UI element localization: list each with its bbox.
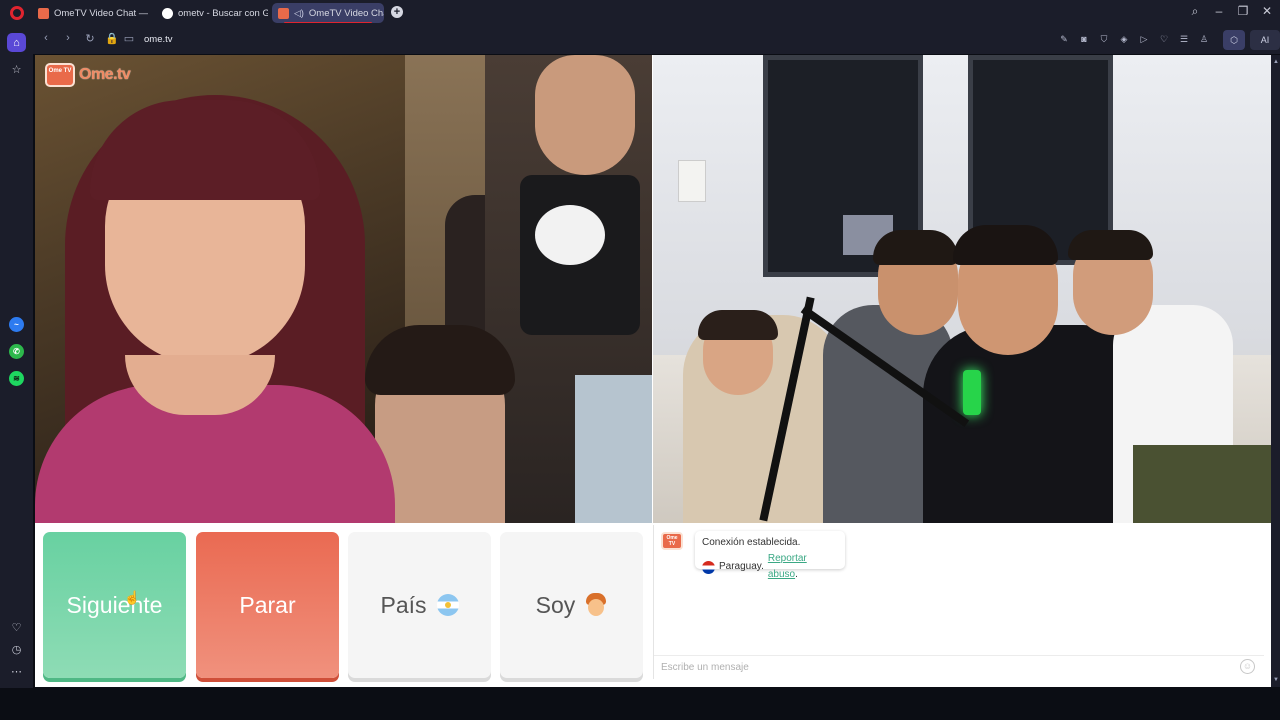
logo-wordmark: Ome.tv — [79, 66, 131, 83]
shield-icon[interactable]: ⛉ — [1097, 32, 1111, 46]
emoji-icon[interactable]: ☺ — [1240, 659, 1255, 674]
argentina-flag-icon — [436, 594, 459, 616]
scroll-down-icon[interactable]: ▼ — [1273, 677, 1279, 683]
ometv-favicon-icon — [38, 7, 49, 19]
connection-status: Conexión establecida. — [702, 537, 801, 548]
forward-icon[interactable]: › — [61, 32, 75, 44]
vpn-icon[interactable]: ◈ — [1117, 32, 1131, 46]
local-video: Ome TV Ome.tv — [35, 55, 652, 523]
camera-permission-icon[interactable]: ▭ — [122, 32, 136, 45]
stop-label: Parar — [239, 591, 296, 618]
url-field[interactable]: ome.tv — [144, 34, 173, 45]
spotify-icon[interactable]: ≋ — [9, 371, 24, 386]
page-scrollbar[interactable]: ▲ ▼ — [1271, 55, 1280, 687]
tab-google-search[interactable]: ometv - Buscar con Google — [156, 3, 268, 23]
home-icon[interactable]: ⌂ — [7, 33, 26, 52]
play-icon[interactable]: ▷ — [1137, 32, 1151, 46]
google-favicon-icon — [162, 7, 173, 19]
close-window-button[interactable]: ✕ — [1259, 4, 1275, 18]
more-icon[interactable]: ⋯ — [7, 662, 26, 681]
tab-ometv-1[interactable]: OmeTV Video Chat — Ome — [32, 3, 148, 23]
message-input[interactable] — [654, 655, 1264, 679]
report-abuse-link[interactable]: Reportar abuso — [768, 553, 807, 580]
snapshot-icon[interactable]: ◙ — [1077, 32, 1091, 46]
gender-label: Soy — [535, 591, 576, 618]
report-suffix: . — [795, 569, 798, 580]
clock-icon[interactable]: ◷ — [7, 640, 26, 659]
lock-icon[interactable]: 🔒 — [105, 32, 119, 45]
system-message: Conexión establecida. Paraguay. Reportar… — [695, 531, 845, 580]
whatsapp-icon[interactable]: ✆ — [9, 344, 24, 359]
opera-sidebar: ⌂ ☆ ~ ✆ ≋ ♡ ◷ ⋯ — [0, 26, 33, 688]
ometv-page: Ome TV Ome.tv Siguiente Parar País Soy ☝… — [35, 55, 1271, 687]
mouse-cursor-icon: ☝ — [124, 590, 141, 605]
next-label: Siguiente — [66, 591, 163, 618]
account-icon[interactable]: ♙ — [1197, 32, 1211, 46]
tab-ometv-active[interactable]: ◁) OmeTV Video Chat — — [272, 3, 384, 23]
next-button[interactable]: Siguiente — [43, 532, 186, 678]
new-tab-button[interactable]: + — [391, 6, 403, 18]
ometv-logo[interactable]: Ome TV Ome.tv — [45, 63, 131, 87]
tv-logo-icon: Ome TV — [45, 63, 75, 87]
menu-icon[interactable]: ☰ — [1177, 32, 1191, 46]
restore-button[interactable]: ❐ — [1235, 4, 1251, 18]
partner-country: Paraguay. — [719, 561, 764, 572]
heart-icon[interactable]: ♡ — [1157, 32, 1171, 46]
paraguay-flag-icon — [702, 560, 715, 574]
tab-label: OmeTV Video Chat — Ome — [54, 7, 148, 19]
scroll-up-icon[interactable]: ▲ — [1273, 59, 1279, 65]
ai-label: AI — [1260, 35, 1270, 45]
remote-video — [653, 55, 1271, 523]
boy-emoji-icon — [585, 593, 607, 617]
star-icon[interactable]: ☆ — [7, 60, 26, 79]
address-bar: ‹ › ↻ 🔒 ▭ ome.tv ✎ ◙ ⛉ ◈ ▷ ♡ ☰ ♙ ⬡ AI — [33, 26, 1280, 54]
stop-button[interactable]: Parar — [196, 532, 339, 678]
minimize-button[interactable]: – — [1211, 4, 1227, 18]
tab-label: ometv - Buscar con Google — [178, 7, 268, 19]
messenger-icon[interactable]: ~ — [9, 317, 24, 332]
edit-icon[interactable]: ✎ — [1057, 32, 1071, 46]
speaker-icon[interactable]: ◁) — [294, 8, 304, 19]
chat-panel: Ome TV Conexión establecida. Paraguay. R… — [653, 525, 1264, 679]
ometv-favicon-icon — [278, 7, 289, 19]
country-label: País — [380, 591, 427, 618]
search-tabs-icon[interactable]: ⌕ — [1187, 4, 1203, 19]
opera-logo-icon[interactable] — [10, 6, 24, 20]
ometv-badge-icon: Ome TV — [661, 532, 683, 550]
extensions-icon[interactable]: ⬡ — [1223, 30, 1245, 50]
tab-label: OmeTV Video Chat — — [308, 7, 384, 19]
gender-select-button[interactable]: Soy — [500, 532, 643, 678]
reload-icon[interactable]: ↻ — [83, 32, 97, 45]
tab-strip: OmeTV Video Chat — Ome ometv - Buscar co… — [0, 0, 1280, 26]
back-icon[interactable]: ‹ — [39, 32, 53, 44]
heart-icon[interactable]: ♡ — [7, 618, 26, 637]
country-filter-button[interactable]: País — [348, 532, 491, 678]
ai-button[interactable]: AI — [1250, 30, 1280, 50]
